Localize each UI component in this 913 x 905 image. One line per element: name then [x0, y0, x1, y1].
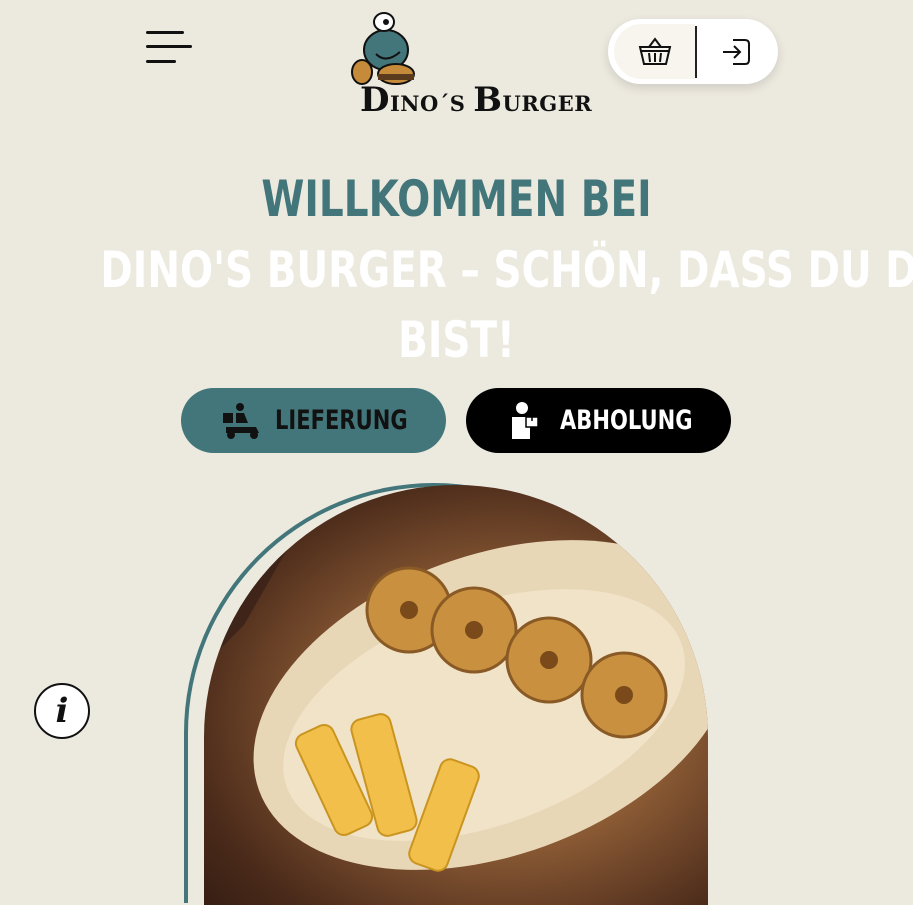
cart-button[interactable]	[614, 24, 696, 79]
menu-line	[146, 60, 176, 63]
delivery-label: Lieferung	[274, 405, 408, 436]
menu-button[interactable]	[146, 30, 194, 66]
pickup-person-icon	[511, 401, 539, 439]
pickup-label: Abholung	[559, 405, 693, 436]
basket-icon	[638, 36, 671, 65]
login-icon	[723, 38, 751, 65]
info-button[interactable]: i	[34, 683, 90, 739]
info-icon: i	[55, 691, 69, 731]
welcome-heading: Willkommen bei	[261, 170, 652, 228]
logo-wordmark: DINO´S BURGER	[360, 80, 593, 120]
delivery-button[interactable]: Lieferung	[181, 388, 446, 453]
welcome-subtitle: Dino's Burger – schön, dass du da	[100, 241, 913, 299]
header-actions	[608, 19, 778, 84]
pickup-button[interactable]: Abholung	[466, 388, 731, 453]
logo[interactable]: DINO´S BURGER	[346, 10, 592, 120]
welcome-subtitle: bist!	[398, 311, 515, 369]
menu-line	[146, 45, 192, 48]
scooter-delivery-icon	[222, 402, 259, 439]
menu-line	[146, 31, 184, 34]
login-button[interactable]	[697, 24, 778, 79]
